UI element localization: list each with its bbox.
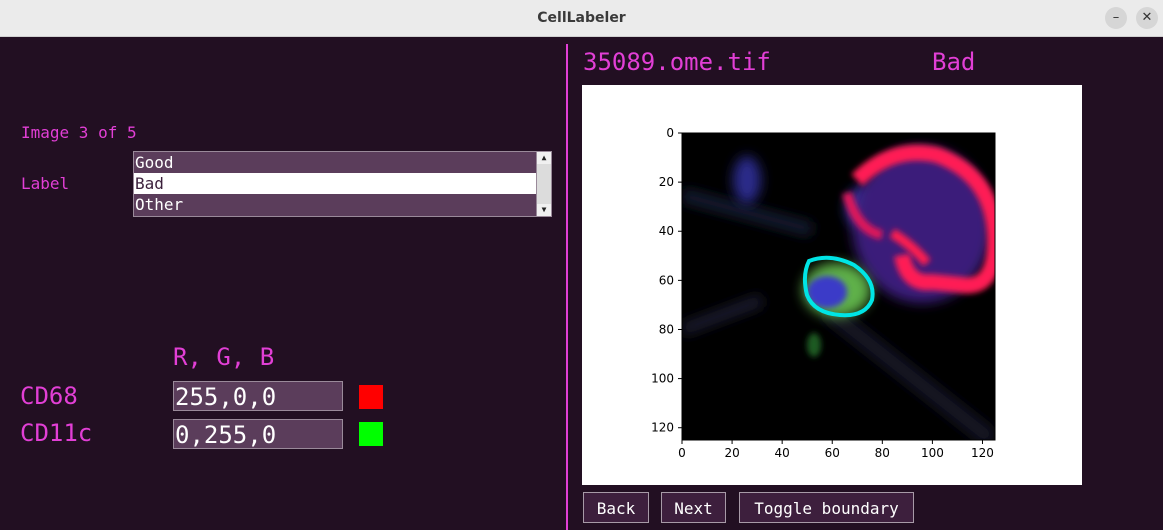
y-tick-label: 100 xyxy=(651,372,674,386)
scroll-trough[interactable] xyxy=(537,164,551,204)
y-tick-label: 120 xyxy=(651,421,674,435)
x-tick-label: 80 xyxy=(875,446,890,460)
channel-color-input-cd11c[interactable]: 0,255,0 xyxy=(173,419,343,449)
back-button[interactable]: Back xyxy=(583,492,649,523)
x-tick-label: 40 xyxy=(775,446,790,460)
y-tick-label: 20 xyxy=(659,175,674,189)
plot-svg: 0 20 40 60 80 100 120 0 20 40 60 80 100 120 xyxy=(651,126,996,460)
status-label: Bad xyxy=(932,48,976,76)
minimize-button[interactable]: – xyxy=(1105,7,1127,29)
label-listbox[interactable]: Good Bad Other xyxy=(133,151,537,217)
label-option-other[interactable]: Other xyxy=(134,194,536,215)
label-caption: Label xyxy=(21,174,70,193)
window-titlebar: CellLabeler – ✕ xyxy=(0,0,1163,37)
image-counter: Image 3 of 5 xyxy=(21,123,137,142)
label-option-good[interactable]: Good xyxy=(134,152,536,173)
image-plot: 0 20 40 60 80 100 120 0 20 40 60 80 100 120 xyxy=(582,85,1082,485)
filename-label: 35089.ome.tif xyxy=(583,48,771,76)
x-tick-label: 100 xyxy=(921,446,944,460)
y-tick-label: 80 xyxy=(659,322,674,336)
label-option-bad[interactable]: Bad xyxy=(134,173,536,194)
x-tick-label: 60 xyxy=(825,446,840,460)
next-button[interactable]: Next xyxy=(661,492,726,523)
rgb-header: R, G, B xyxy=(173,343,275,371)
channel-name-cd11c: CD11c xyxy=(20,419,93,447)
app-body: Image 3 of 5 Label Good Bad Other ▲ ▼ R,… xyxy=(0,37,1163,530)
y-tick-label: 40 xyxy=(659,224,674,238)
microscopy-image xyxy=(682,133,995,440)
channel-color-input-cd68[interactable]: 255,0,0 xyxy=(173,381,343,411)
x-tick-label: 20 xyxy=(724,446,739,460)
close-button[interactable]: ✕ xyxy=(1136,7,1158,29)
channel-color-swatch-cd11c xyxy=(359,422,383,446)
scroll-down-icon[interactable]: ▼ xyxy=(537,204,551,216)
y-tick-label: 0 xyxy=(666,126,674,140)
channel-name-cd68: CD68 xyxy=(20,382,78,410)
listbox-scrollbar[interactable]: ▲ ▼ xyxy=(536,151,552,217)
x-tick-label: 120 xyxy=(971,446,994,460)
channel-color-swatch-cd68 xyxy=(359,385,383,409)
window-title: CellLabeler xyxy=(537,10,626,26)
panel-divider xyxy=(566,44,568,530)
toggle-boundary-button[interactable]: Toggle boundary xyxy=(739,492,914,523)
y-tick-label: 60 xyxy=(659,273,674,287)
x-tick-label: 0 xyxy=(678,446,686,460)
scroll-up-icon[interactable]: ▲ xyxy=(537,152,551,164)
